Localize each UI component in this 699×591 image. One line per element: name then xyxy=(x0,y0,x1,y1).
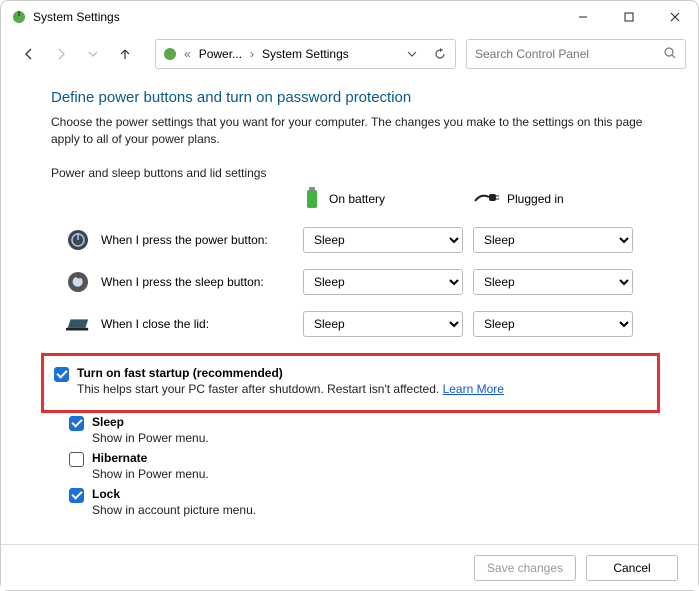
close-lid-plugged-select[interactable]: Sleep xyxy=(473,311,633,337)
plug-icon xyxy=(473,191,499,208)
save-changes-button[interactable]: Save changes xyxy=(474,555,576,581)
close-lid-battery-select[interactable]: Sleep xyxy=(303,311,463,337)
page-heading: Define power buttons and turn on passwor… xyxy=(51,89,660,106)
fast-startup-highlight: Turn on fast startup (recommended) This … xyxy=(41,353,660,413)
breadcrumb-power-options[interactable]: Power... xyxy=(197,47,244,61)
page-subheading: Choose the power settings that you want … xyxy=(51,114,660,148)
sleep-checkbox[interactable] xyxy=(69,416,84,431)
refresh-button[interactable] xyxy=(429,43,451,65)
hibernate-checkbox-help: Show in Power menu. xyxy=(92,467,209,481)
sleep-button-battery-select[interactable]: Sleep xyxy=(303,269,463,295)
close-lid-label: When I close the lid: xyxy=(101,317,209,331)
forward-button[interactable] xyxy=(47,40,75,68)
sleep-button-plugged-select[interactable]: Sleep xyxy=(473,269,633,295)
recent-locations-button[interactable] xyxy=(79,40,107,68)
search-input[interactable] xyxy=(475,47,663,61)
address-history-dropdown[interactable] xyxy=(401,43,423,65)
hibernate-checkbox-label: Hibernate xyxy=(92,451,209,465)
app-icon xyxy=(11,9,27,25)
maximize-button[interactable] xyxy=(606,1,652,33)
lock-checkbox-label: Lock xyxy=(92,487,256,501)
up-button[interactable] xyxy=(111,40,139,68)
minimize-button[interactable] xyxy=(560,1,606,33)
search-icon xyxy=(663,46,677,63)
footer-bar: Save changes Cancel xyxy=(1,544,698,590)
fast-startup-help: This helps start your PC faster after sh… xyxy=(77,382,504,396)
lock-checkbox-help: Show in account picture menu. xyxy=(92,503,256,517)
on-battery-label: On battery xyxy=(329,192,385,206)
close-button[interactable] xyxy=(652,1,698,33)
back-button[interactable] xyxy=(15,40,43,68)
power-button-label: When I press the power button: xyxy=(101,233,268,247)
sleep-checkbox-label: Sleep xyxy=(92,415,209,429)
search-box[interactable] xyxy=(466,39,686,69)
chevron-right-icon: › xyxy=(248,47,256,61)
battery-icon xyxy=(303,186,321,213)
window-title: System Settings xyxy=(33,10,120,24)
sleep-button-label: When I press the sleep button: xyxy=(101,275,264,289)
power-button-plugged-select[interactable]: Sleep xyxy=(473,227,633,253)
section-power-sleep-lid-label: Power and sleep buttons and lid settings xyxy=(51,166,660,180)
row-sleep-button: When I press the sleep button: Sleep Sle… xyxy=(65,269,660,295)
plugged-in-label: Plugged in xyxy=(507,192,564,206)
sleep-button-icon xyxy=(65,269,91,295)
navigation-bar: « Power... › System Settings xyxy=(1,33,698,79)
row-close-lid: When I close the lid: Sleep Sleep xyxy=(65,311,660,337)
lock-checkbox[interactable] xyxy=(69,488,84,503)
cancel-button[interactable]: Cancel xyxy=(586,555,678,581)
breadcrumb-system-settings[interactable]: System Settings xyxy=(260,47,351,61)
address-bar[interactable]: « Power... › System Settings xyxy=(155,39,456,69)
hibernate-checkbox[interactable] xyxy=(69,452,84,467)
power-button-battery-select[interactable]: Sleep xyxy=(303,227,463,253)
power-button-icon xyxy=(65,227,91,253)
learn-more-link[interactable]: Learn More xyxy=(443,382,504,396)
content-area: Define power buttons and turn on passwor… xyxy=(1,79,698,517)
row-power-button: When I press the power button: Sleep Sle… xyxy=(65,227,660,253)
power-settings-grid: On battery Plugged in When I press the p… xyxy=(65,186,660,337)
laptop-lid-icon xyxy=(65,311,91,337)
fast-startup-checkbox[interactable] xyxy=(54,367,69,382)
sleep-checkbox-help: Show in Power menu. xyxy=(92,431,209,445)
chevron-left-icon: « xyxy=(182,47,193,61)
title-bar: System Settings xyxy=(1,1,698,33)
fast-startup-label: Turn on fast startup (recommended) xyxy=(77,366,504,380)
power-options-icon xyxy=(162,46,178,62)
